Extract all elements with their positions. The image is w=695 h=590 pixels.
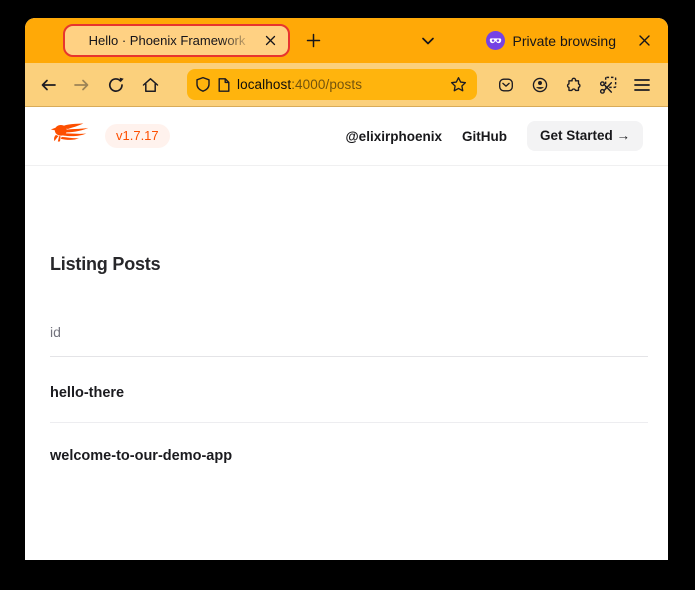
close-icon [638, 34, 651, 47]
puzzle-icon [565, 76, 583, 94]
tab-hello-phoenix[interactable]: Hello · Phoenix Framework [63, 24, 290, 57]
back-button[interactable] [33, 70, 63, 100]
url-text: localhost:4000/posts [237, 77, 441, 92]
menu-button[interactable] [627, 70, 657, 100]
chevron-down-icon [421, 36, 435, 46]
table-row[interactable]: welcome-to-our-demo-app [50, 423, 648, 485]
forward-button[interactable] [67, 70, 97, 100]
private-browsing-indicator: Private browsing [486, 31, 617, 50]
new-tab-button[interactable] [299, 27, 327, 55]
site-header: v1.7.17 @elixirphoenix GitHub Get Starte… [25, 107, 668, 166]
screenshot-button[interactable] [593, 70, 623, 100]
bookmark-star-button[interactable] [447, 74, 469, 96]
home-icon [141, 76, 160, 94]
forward-arrow-icon [73, 76, 91, 94]
phoenix-logo-link[interactable] [50, 120, 90, 153]
back-arrow-icon [39, 76, 57, 94]
home-button[interactable] [135, 70, 165, 100]
list-all-tabs-button[interactable] [414, 27, 442, 55]
account-button[interactable] [525, 70, 555, 100]
extensions-button[interactable] [559, 70, 589, 100]
plus-icon [306, 33, 321, 48]
reload-icon [107, 76, 125, 94]
table-column-header-id: id [50, 324, 648, 357]
star-icon [450, 76, 467, 93]
page-title: Listing Posts [50, 254, 648, 274]
nav-link-github[interactable]: GitHub [462, 129, 507, 144]
private-mask-icon [486, 31, 505, 50]
tab-close-button[interactable] [259, 30, 281, 52]
pocket-button[interactable] [491, 70, 521, 100]
brand: v1.7.17 [50, 120, 170, 153]
account-icon [531, 76, 549, 94]
screenshot-icon [599, 75, 618, 94]
main-content: Listing Posts id hello-there welcome-to-… [25, 166, 668, 485]
nav-link-elixirphoenix[interactable]: @elixirphoenix [346, 129, 442, 144]
pocket-icon [497, 76, 515, 94]
close-icon [265, 35, 276, 46]
site-nav: @elixirphoenix GitHub Get Started → [346, 121, 643, 151]
reload-button[interactable] [101, 70, 131, 100]
private-browsing-label: Private browsing [513, 33, 617, 49]
browser-window: Hello · Phoenix Framework [25, 18, 668, 560]
navigation-toolbar: localhost:4000/posts [25, 63, 668, 107]
get-started-button[interactable]: Get Started → [527, 121, 643, 151]
shield-icon [195, 76, 211, 93]
tab-title: Hello · Phoenix Framework [75, 33, 259, 49]
version-badge: v1.7.17 [105, 124, 170, 148]
page-info-icon [217, 77, 231, 93]
table-row[interactable]: hello-there [50, 357, 648, 423]
page-viewport: v1.7.17 @elixirphoenix GitHub Get Starte… [25, 107, 668, 560]
hamburger-icon [633, 77, 651, 93]
window-close-button[interactable] [630, 27, 658, 55]
tab-strip: Hello · Phoenix Framework [25, 18, 668, 63]
posts-table: id hello-there welcome-to-our-demo-app [50, 324, 648, 485]
url-bar[interactable]: localhost:4000/posts [187, 69, 477, 100]
phoenix-logo-icon [50, 120, 90, 153]
